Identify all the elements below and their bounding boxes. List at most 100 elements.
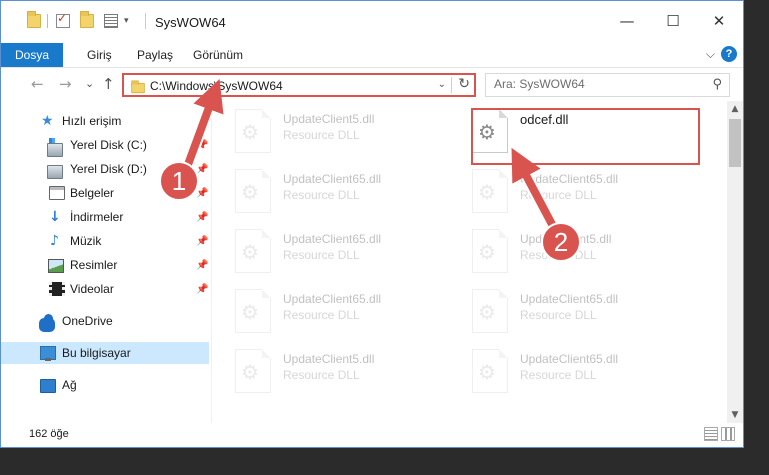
scroll-thumb[interactable] <box>729 119 741 167</box>
pictures-icon <box>48 259 64 273</box>
dll-file-icon: ⚙ <box>472 349 508 393</box>
title-bar: ▾ SysWOW64 — ☐ ✕ <box>1 1 743 41</box>
drive-d-icon <box>47 165 63 179</box>
recent-locations-button[interactable]: ⌄ <box>85 77 94 90</box>
file-name: UpdateClient65.dll <box>520 352 619 366</box>
sidebar-item-label: Ağ <box>62 378 77 392</box>
videos-icon <box>49 282 65 296</box>
file-type: Resource DLL <box>283 308 360 322</box>
dll-file-icon: ⚙ <box>235 169 271 213</box>
file-item[interactable]: ⚙ UpdateClient65.dll Resource DLL <box>450 163 680 221</box>
documents-icon <box>49 186 65 200</box>
pin-icon[interactable]: 📌 <box>196 164 208 175</box>
dll-file-icon: ⚙ <box>235 289 271 333</box>
scroll-up-icon[interactable]: ▲ <box>727 101 743 117</box>
pin-icon[interactable]: 📌 <box>196 140 208 151</box>
pin-icon[interactable]: 📌 <box>196 212 208 223</box>
expand-ribbon-icon[interactable]: ⌵ <box>706 47 715 62</box>
dll-file-icon: ⚙ <box>235 229 271 273</box>
navigation-pane: ★ Hızlı erişim Yerel Disk (C:) 📌 Yerel D… <box>1 101 212 423</box>
downloads-icon: ↓ <box>49 209 61 225</box>
up-button[interactable]: ↑ <box>102 75 115 93</box>
sidebar-item-network[interactable]: Ağ <box>1 374 209 396</box>
back-button[interactable]: ← <box>31 75 44 93</box>
sidebar-item-quick-access[interactable]: ★ Hızlı erişim <box>1 110 209 132</box>
star-icon: ★ <box>41 113 54 129</box>
file-item[interactable]: ⚙ UpdateClient5.dll Resource DLL <box>213 343 443 401</box>
file-type: Resource DLL <box>283 248 360 262</box>
sidebar-item-music[interactable]: ♪ Müzik 📌 <box>1 230 209 252</box>
address-path[interactable]: C:\Windows\SysWOW64 <box>150 79 283 93</box>
new-folder-icon[interactable] <box>80 11 94 28</box>
help-icon[interactable]: ? <box>721 46 737 62</box>
sidebar-item-label: Bu bilgisayar <box>62 346 131 360</box>
title-divider <box>145 13 146 29</box>
file-item[interactable]: ⚙ UpdateClient65.dll Resource DLL <box>450 343 680 401</box>
file-type: Resource DLL <box>520 188 597 202</box>
sidebar-item-onedrive[interactable]: OneDrive <box>1 310 209 332</box>
search-input[interactable] <box>494 77 699 91</box>
file-name: UpdateClient65.dll <box>520 172 619 186</box>
file-type: Resource DLL <box>520 308 597 322</box>
properties-check-icon[interactable] <box>56 11 70 28</box>
file-name: UpdateClient65.dll <box>283 232 382 246</box>
file-item[interactable]: ⚙ UpdateClient65.dll Resource DLL <box>213 223 443 281</box>
sidebar-item-local-disk-c[interactable]: Yerel Disk (C:) 📌 <box>1 134 209 157</box>
callout-2: 2 <box>541 222 581 262</box>
search-box[interactable]: ⚲ <box>485 73 730 97</box>
sidebar-item-label: Yerel Disk (D:) <box>70 162 147 176</box>
sidebar-item-videos[interactable]: Videolar 📌 <box>1 278 209 300</box>
tab-share[interactable]: Paylaş <box>137 43 173 67</box>
file-type: Resource DLL <box>283 128 360 142</box>
navigation-bar: ← → ⌄ ↑ C:\Windows\SysWOW64 ⌄ ↻ ⚲ <box>1 69 743 101</box>
refresh-icon[interactable]: ↻ <box>458 76 470 92</box>
file-list: ⚙ UpdateClient5.dll Resource DLL ⚙ Updat… <box>213 101 726 423</box>
tab-view[interactable]: Görünüm <box>193 43 243 67</box>
sidebar-item-label: Hızlı erişim <box>62 114 122 128</box>
file-name: UpdateClient5.dll <box>283 352 375 366</box>
dll-file-icon: ⚙ <box>472 289 508 333</box>
minimize-button[interactable]: — <box>605 9 649 33</box>
customize-toolbar-icon[interactable]: ▾ <box>124 16 129 26</box>
file-name: UpdateClient65.dll <box>520 292 619 306</box>
tab-home[interactable]: Giriş <box>87 43 112 67</box>
pin-icon[interactable]: 📌 <box>196 236 208 247</box>
scroll-down-icon[interactable]: ▼ <box>727 407 743 423</box>
file-type: Resource DLL <box>283 368 360 382</box>
sidebar-item-label: Videolar <box>70 282 114 296</box>
sidebar-item-downloads[interactable]: ↓ İndirmeler 📌 <box>1 206 209 228</box>
search-icon[interactable]: ⚲ <box>712 77 722 92</box>
vertical-scrollbar[interactable]: ▲ ▼ <box>727 101 743 423</box>
pin-icon[interactable]: 📌 <box>196 284 208 295</box>
toolbar-divider <box>47 14 48 28</box>
tab-file[interactable]: Dosya <box>1 43 63 67</box>
address-dropdown-icon[interactable]: ⌄ <box>438 79 446 90</box>
forward-button[interactable]: → <box>59 75 72 93</box>
folder-icon <box>27 11 41 28</box>
file-highlight-box <box>471 108 700 165</box>
large-icons-view-icon[interactable] <box>721 427 735 441</box>
sidebar-item-label: Belgeler <box>70 186 115 200</box>
file-name: UpdateClient65.dll <box>283 172 382 186</box>
sidebar-item-label: Müzik <box>70 234 102 248</box>
pin-icon[interactable]: 📌 <box>196 188 208 199</box>
ribbon-controls: ⌵ ? <box>706 46 737 62</box>
maximize-button[interactable]: ☐ <box>651 9 695 33</box>
close-button[interactable]: ✕ <box>697 9 741 33</box>
address-bar[interactable]: C:\Windows\SysWOW64 ⌄ ↻ <box>122 73 476 97</box>
file-item[interactable]: ⚙ UpdateClient65.dll Resource DLL <box>213 283 443 341</box>
file-item[interactable]: ⚙ UpdateClient65.dll Resource DLL <box>450 283 680 341</box>
details-view-icon[interactable] <box>704 427 718 441</box>
sidebar-item-pictures[interactable]: Resimler 📌 <box>1 254 209 276</box>
file-item[interactable]: ⚙ UpdateClient5.dll Resource DLL <box>213 103 443 161</box>
music-icon: ♪ <box>50 233 59 249</box>
sidebar-item-this-pc[interactable]: Bu bilgisayar <box>1 342 209 364</box>
file-item[interactable]: ⚙ UpdateClient65.dll Resource DLL <box>213 163 443 221</box>
file-name: UpdateClient65.dll <box>283 292 382 306</box>
pin-icon[interactable]: 📌 <box>196 260 208 271</box>
dll-file-icon: ⚙ <box>472 229 508 273</box>
status-bar: 162 öğe <box>1 423 743 447</box>
address-divider <box>451 77 452 93</box>
quick-access-toolbar: ▾ <box>27 11 129 30</box>
properties-icon[interactable] <box>104 14 118 28</box>
